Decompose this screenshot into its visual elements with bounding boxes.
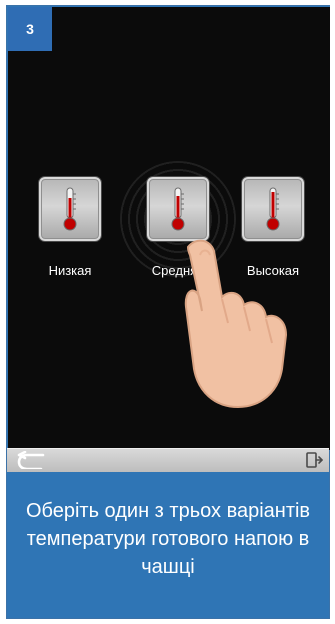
pointing-hand-icon bbox=[184, 239, 288, 409]
instruction-caption: Оберіть один з трьох варіантів температу… bbox=[25, 500, 311, 578]
back-arrow-icon bbox=[17, 451, 45, 469]
exit-door-icon bbox=[306, 452, 323, 468]
thermometer-icon bbox=[171, 187, 185, 231]
thermometer-icon bbox=[266, 187, 280, 231]
thermometer-icon bbox=[63, 187, 77, 231]
tutorial-frame: 3 Низкая Средняя Высокая Оберіть один з … bbox=[6, 5, 330, 619]
step-badge: 3 bbox=[8, 7, 52, 51]
option-medium-tile[interactable] bbox=[147, 177, 209, 241]
option-low[interactable]: Низкая bbox=[30, 171, 110, 291]
back-button[interactable] bbox=[13, 450, 51, 470]
option-low-label: Низкая bbox=[48, 263, 92, 278]
option-high-tile[interactable] bbox=[242, 177, 304, 241]
device-screen: 3 Низкая Средняя Высокая bbox=[8, 7, 330, 450]
option-low-tile[interactable] bbox=[39, 177, 101, 241]
exit-button[interactable] bbox=[302, 450, 326, 470]
